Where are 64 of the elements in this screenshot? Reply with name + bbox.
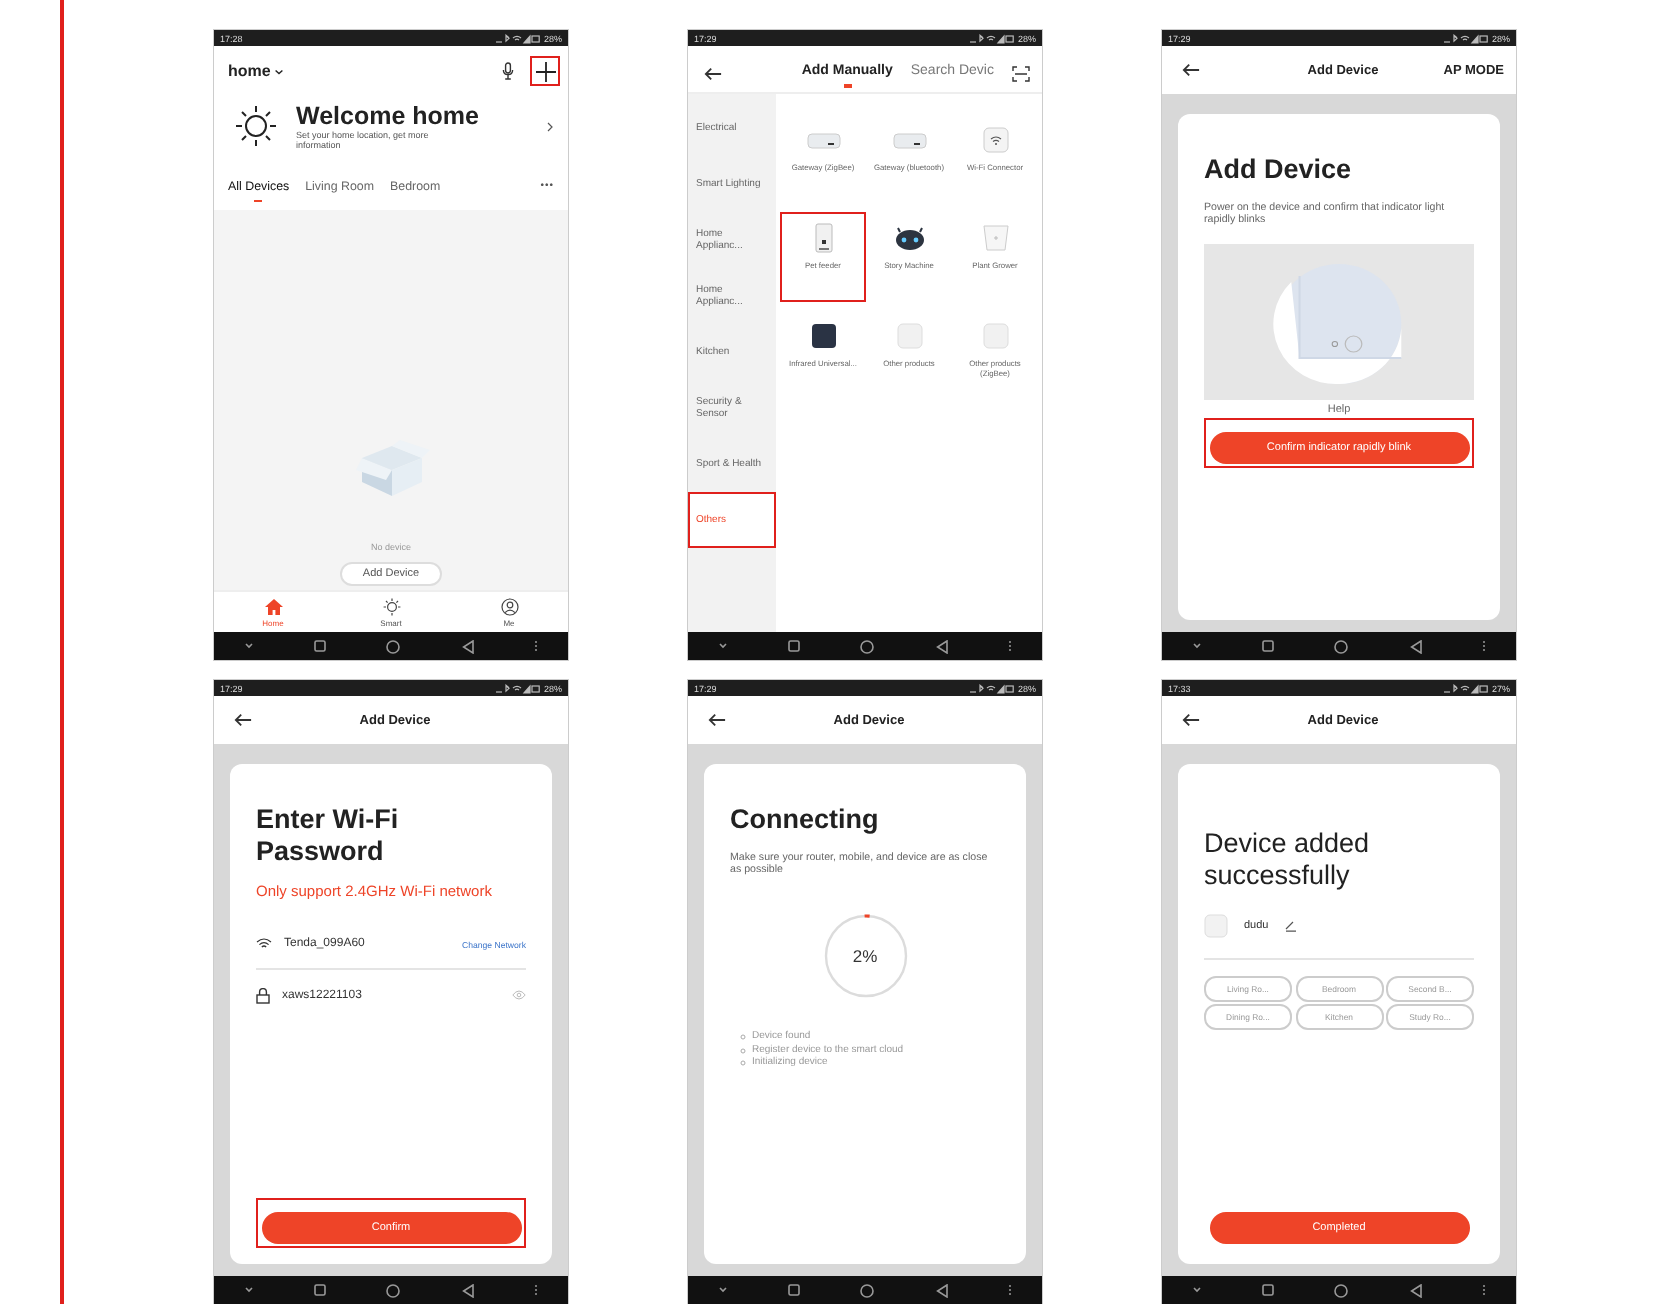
status-icons-drawing <box>495 33 540 43</box>
caret-icon <box>274 67 285 75</box>
nav-collapse-icon[interactable] <box>244 642 255 650</box>
progress-percent: 2% <box>850 946 880 967</box>
back-arrow-icon[interactable] <box>1182 712 1200 728</box>
back-arrow-icon[interactable] <box>1182 62 1200 78</box>
sun-icon <box>234 104 278 149</box>
back-arrow-icon[interactable] <box>234 712 252 728</box>
bullet-icon <box>740 1060 746 1067</box>
card-heading: Device added successfully <box>1204 828 1372 891</box>
device-thumbnail-icon <box>1204 914 1228 939</box>
back-triangle-icon[interactable] <box>935 1283 948 1297</box>
card-heading: Add Device <box>1204 154 1354 186</box>
square-device-icon <box>809 319 837 351</box>
card-heading: Enter Wi-Fi Password <box>256 804 401 867</box>
status-icons-drawing <box>1443 33 1488 43</box>
wifi-box-icon <box>981 123 1009 155</box>
plant-pot-icon <box>979 221 1011 253</box>
back-arrow-icon[interactable] <box>708 712 726 728</box>
home-circle-icon[interactable] <box>1334 1283 1349 1297</box>
home-circle-icon[interactable] <box>860 1283 875 1297</box>
nav-collapse-icon[interactable] <box>1192 642 1203 650</box>
back-triangle-icon[interactable] <box>461 639 474 653</box>
recents-square-icon[interactable] <box>788 640 801 652</box>
nav-collapse-icon[interactable] <box>1192 1286 1203 1294</box>
welcome-title: Welcome home <box>296 102 481 130</box>
nav-collapse-icon[interactable] <box>244 1286 255 1294</box>
scan-icon[interactable] <box>1012 65 1030 81</box>
home-circle-icon[interactable] <box>860 639 875 653</box>
status-icons-drawing <box>495 683 540 693</box>
nav-collapse-icon[interactable] <box>718 642 729 650</box>
home-circle-icon[interactable] <box>386 1283 401 1297</box>
recents-square-icon[interactable] <box>1262 1284 1275 1296</box>
home-circle-icon[interactable] <box>1334 639 1349 653</box>
status-icons-drawing <box>969 33 1014 43</box>
bullet-icon <box>740 1034 746 1041</box>
back-triangle-icon[interactable] <box>1409 639 1422 653</box>
chevron-right-icon[interactable] <box>546 121 554 132</box>
square-device-icon <box>895 319 923 351</box>
home-circle-icon[interactable] <box>386 639 401 653</box>
person-icon <box>499 598 519 616</box>
bullet-icon <box>740 1047 746 1054</box>
lock-icon <box>256 987 270 1004</box>
status-icons-drawing <box>1443 683 1488 693</box>
house-icon <box>263 598 283 616</box>
home-dropdown[interactable]: home <box>228 62 285 80</box>
status-icons-drawing <box>969 683 1014 693</box>
nav-collapse-icon[interactable] <box>718 1286 729 1294</box>
sun-icon <box>381 598 401 616</box>
microphone-icon[interactable] <box>502 62 514 80</box>
wifi-icon <box>256 938 272 951</box>
square-device-icon <box>981 319 1009 351</box>
empty-box-drawing <box>351 438 431 498</box>
back-triangle-icon[interactable] <box>1409 1283 1422 1297</box>
recents-square-icon[interactable] <box>314 1284 327 1296</box>
back-triangle-icon[interactable] <box>461 1283 474 1297</box>
recents-square-icon[interactable] <box>314 640 327 652</box>
recents-square-icon[interactable] <box>788 1284 801 1296</box>
back-arrow-icon[interactable] <box>704 65 722 81</box>
recents-square-icon[interactable] <box>1262 640 1275 652</box>
feeder-device-icon <box>811 221 835 253</box>
pencil-icon[interactable] <box>1284 920 1299 933</box>
back-triangle-icon[interactable] <box>935 639 948 653</box>
card-heading: Connecting <box>730 804 881 836</box>
